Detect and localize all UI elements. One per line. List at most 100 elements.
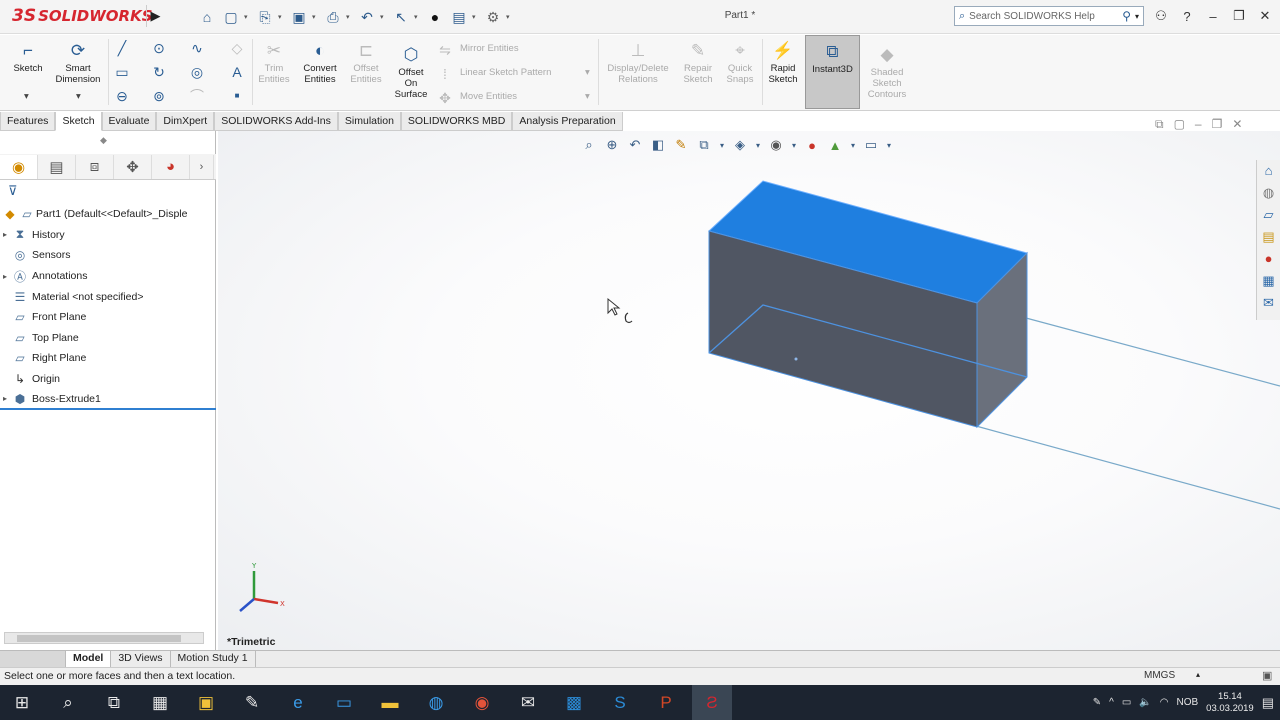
expand-arrow-icon[interactable]: ▸ <box>0 272 10 281</box>
smart-dimension-button[interactable]: ⟳ Smart Dimension <box>50 41 106 85</box>
property-manager-tab-icon[interactable]: ▤ <box>38 154 76 179</box>
ellipse-icon[interactable]: ◎ <box>189 63 205 81</box>
move-dropdown-icon[interactable]: ▾ <box>585 91 590 102</box>
dimxpert-manager-tab-icon[interactable]: ✥ <box>114 154 152 179</box>
minimize-icon[interactable]: – <box>1202 6 1224 26</box>
tree-item-sensors[interactable]: ◎ Sensors <box>0 245 216 266</box>
tab-dimxpert[interactable]: DimXpert <box>156 112 215 131</box>
restore-icon[interactable]: ❐ <box>1228 6 1250 26</box>
expand-arrow-icon[interactable]: ▸ <box>0 394 10 403</box>
appearances-icon[interactable]: ● <box>1257 248 1280 270</box>
tree-item-front-plane[interactable]: ▱ Front Plane <box>0 307 216 328</box>
scene-dropdown-icon[interactable]: ▾ <box>849 141 857 150</box>
minimize-viewport-icon[interactable]: – <box>1195 117 1202 132</box>
tree-item-right-plane[interactable]: ▱ Right Plane <box>0 348 216 369</box>
circle-icon[interactable]: ⊙ <box>151 39 167 57</box>
custom-properties-icon[interactable]: ▦ <box>1257 270 1280 292</box>
file-properties-dropdown-icon[interactable]: ▾ <box>472 6 480 28</box>
battery-icon[interactable]: ▭ <box>1122 697 1131 708</box>
linear-sketch-pattern-button[interactable]: Linear Sketch Pattern <box>460 67 551 78</box>
display-delete-relations-button[interactable]: ⊥ Display/Delete Relations <box>602 41 674 85</box>
tab-features[interactable]: Features <box>0 112 56 131</box>
user-icon[interactable]: ⚇ <box>1150 6 1172 26</box>
tree-item-history[interactable]: ▸ ⧗ History <box>0 225 216 246</box>
search-icon[interactable]: ⚲ <box>1122 9 1131 23</box>
tab-analysis-preparation[interactable]: Analysis Preparation <box>512 112 623 131</box>
menu-flyout-arrow-icon[interactable]: ▶ <box>146 5 164 27</box>
notifications-icon[interactable]: ▤ <box>1262 695 1274 711</box>
new-document-icon[interactable]: ▢ <box>220 6 242 28</box>
file-explorer-icon[interactable]: ▬ <box>370 685 410 720</box>
help-icon[interactable]: ? <box>1176 6 1198 26</box>
close-icon[interactable]: ✕ <box>1254 6 1276 26</box>
display-style-dropdown-icon[interactable]: ▾ <box>754 141 762 150</box>
options-gear-icon[interactable]: ⚙ <box>482 6 504 28</box>
view-palette-icon[interactable]: ▤ <box>1257 226 1280 248</box>
tree-item-annotations[interactable]: ▸ Ⓐ Annotations <box>0 266 216 287</box>
convert-entities-button[interactable]: ◐ Convert Entities <box>298 41 342 85</box>
solidworks-taskbar-icon[interactable]: Ƨ <box>692 685 732 720</box>
maximize-viewport-icon[interactable]: ❐ <box>1212 117 1223 132</box>
paint-icon[interactable]: ✎ <box>232 685 272 720</box>
network-icon[interactable]: ◍ <box>416 685 456 720</box>
powerpoint-icon[interactable]: P <box>646 685 686 720</box>
configuration-manager-tab-icon[interactable]: ⧈ <box>76 154 114 179</box>
calculator-icon[interactable]: ▦ <box>140 685 180 720</box>
scrollbar-thumb[interactable] <box>17 635 181 642</box>
tree-item-material[interactable]: ☰ Material <not specified> <box>0 286 216 307</box>
tab-simulation[interactable]: Simulation <box>337 112 401 131</box>
store-icon[interactable]: ▣ <box>186 685 226 720</box>
search-dropdown-icon[interactable]: ▾ <box>1135 12 1139 21</box>
tree-root-part1[interactable]: ◆ ▱ Part1 (Default<<Default>_Disple <box>0 204 216 225</box>
display-manager-tab-icon[interactable]: ◕ <box>152 154 190 179</box>
feature-manager-tab-icon[interactable]: ◉ <box>0 154 38 179</box>
tab-model[interactable]: Model <box>66 651 112 667</box>
units-dropdown-icon[interactable]: ▴ <box>1196 670 1200 679</box>
save-icon[interactable]: ▣ <box>288 6 310 28</box>
more-tabs-arrow-icon[interactable]: › <box>190 154 214 179</box>
clock[interactable]: 15.14 03.03.2019 <box>1206 691 1254 715</box>
options-dropdown-icon[interactable]: ▾ <box>506 6 514 28</box>
move-entities-button[interactable]: Move Entities <box>460 91 517 102</box>
repair-sketch-button[interactable]: ✎ Repair Sketch <box>678 41 718 85</box>
tab-sketch[interactable]: Sketch <box>55 112 102 131</box>
linear-pattern-dropdown-icon[interactable]: ▾ <box>585 67 590 78</box>
restore-viewport-icon[interactable]: ▢ <box>1174 117 1185 132</box>
tile-icon[interactable]: ⧉ <box>1155 117 1164 132</box>
select-dropdown-icon[interactable]: ▾ <box>414 6 422 28</box>
tab-solidworks-mbd[interactable]: SOLIDWORKS MBD <box>400 112 513 131</box>
tab-motion-study-1[interactable]: Motion Study 1 <box>171 651 256 667</box>
select-icon[interactable]: ↖ <box>390 6 412 28</box>
tab-evaluate[interactable]: Evaluate <box>101 112 157 131</box>
spline-icon[interactable]: ∿ <box>189 39 205 57</box>
search-icon[interactable]: ⌕ <box>48 685 88 720</box>
rebuild-icon[interactable]: ● <box>424 6 446 28</box>
sketch-button[interactable]: ⌐ Sketch <box>8 41 48 74</box>
solidworks-forum-icon[interactable]: ✉ <box>1257 292 1280 314</box>
remote-desktop-icon[interactable]: ▭ <box>324 685 364 720</box>
unit-system-selector[interactable]: MMGS <box>1144 670 1175 681</box>
feature-tree-horizontal-scrollbar[interactable] <box>4 632 204 644</box>
section-view-icon[interactable]: ◧ <box>649 137 667 153</box>
file-properties-icon[interactable]: ▤ <box>448 6 470 28</box>
quick-snaps-button[interactable]: ⌖ Quick Snaps <box>722 41 758 85</box>
model-viewport[interactable]: Y X <box>218 131 1280 650</box>
filter-icon[interactable]: ⊽ <box>8 183 18 199</box>
view-orientation-dropdown-icon[interactable]: ▾ <box>718 141 726 150</box>
rectangle-icon[interactable]: ▭ <box>114 63 130 81</box>
shaded-sketch-contours-button[interactable]: ◆ Shaded Sketch Contours <box>862 45 912 100</box>
wifi-icon[interactable]: ◠ <box>1160 697 1169 708</box>
text-icon[interactable]: A <box>229 63 245 81</box>
hide-show-items-icon[interactable]: ◉ <box>767 137 785 153</box>
undo-dropdown-icon[interactable]: ▾ <box>380 6 388 28</box>
offset-on-surface-button[interactable]: ⬡ Offset On Surface <box>390 45 432 100</box>
solidworks-resources-icon[interactable]: ⌂ <box>1257 160 1280 182</box>
zoom-to-area-icon[interactable]: ⊕ <box>603 137 621 153</box>
mail-icon[interactable]: ✉ <box>508 685 548 720</box>
fillet-icon[interactable]: ⌒ <box>189 87 205 105</box>
rapid-sketch-button[interactable]: ⚡ Rapid Sketch <box>764 41 802 85</box>
hide-show-dropdown-icon[interactable]: ▾ <box>790 141 798 150</box>
offset-entities-button[interactable]: ⊏ Offset Entities <box>346 41 386 85</box>
slot-icon[interactable]: ⊖ <box>114 87 130 105</box>
plane-sketch-icon[interactable]: ◇ <box>229 39 245 57</box>
